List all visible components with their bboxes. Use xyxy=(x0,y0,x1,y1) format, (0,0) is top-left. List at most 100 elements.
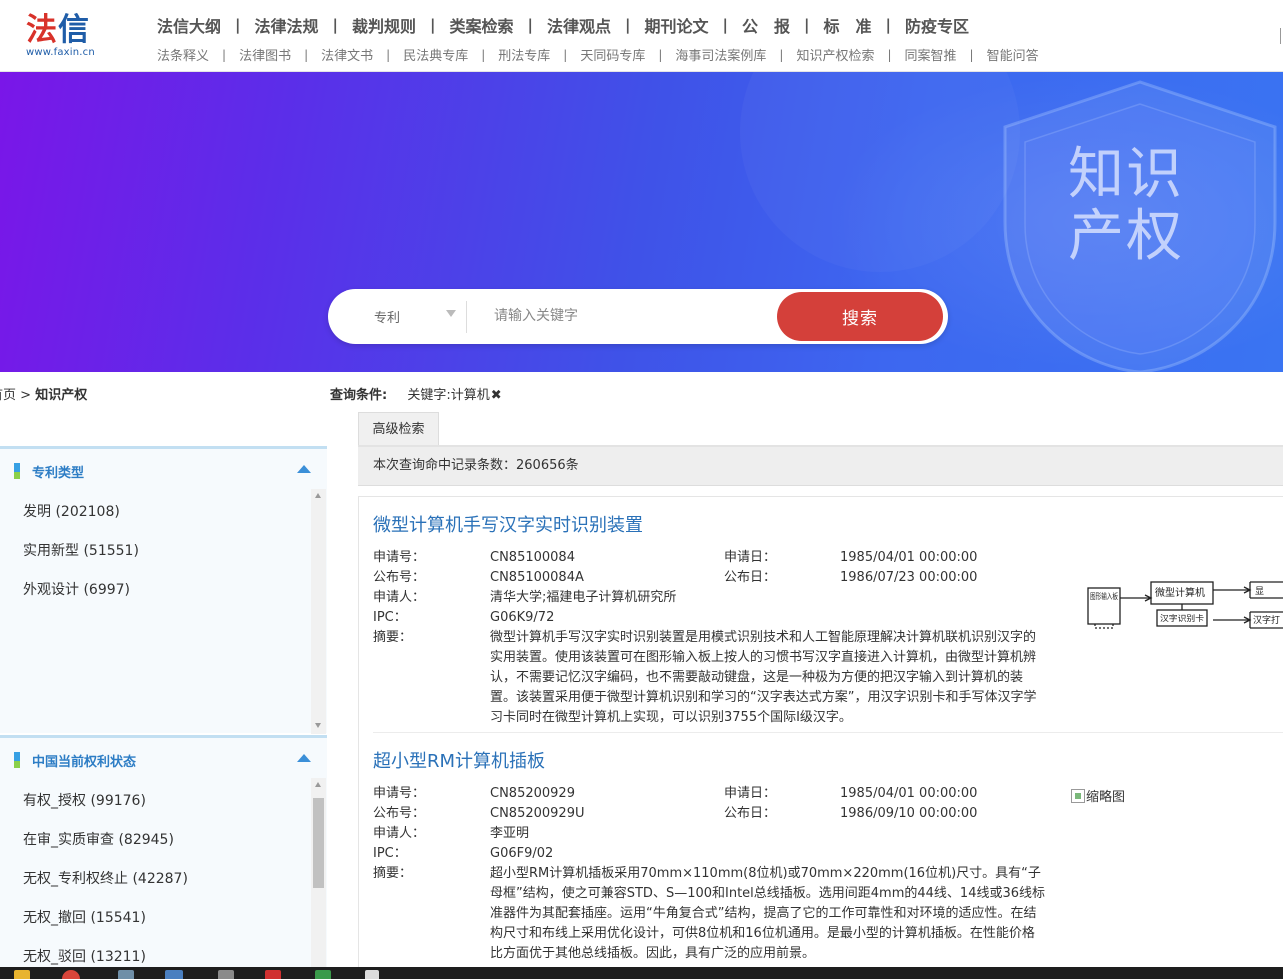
diagram-label: 图形输入板 xyxy=(1090,591,1118,601)
filter-panel-header[interactable]: 中国当前权利状态 xyxy=(14,750,136,770)
nav-primary-item[interactable]: 裁判规则 xyxy=(352,13,416,37)
nav-primary-item[interactable]: 法律观点 xyxy=(547,13,611,37)
collapse-caret-icon[interactable] xyxy=(297,754,311,762)
diagram-label: 汉字打 xyxy=(1253,614,1280,626)
filter-item[interactable]: 发明 (202108) xyxy=(23,501,139,540)
query-conditions: 查询条件: 关键字:计算机✖ xyxy=(330,384,502,403)
browser-icon[interactable] xyxy=(62,970,80,979)
label-applicant: 申请人： xyxy=(373,826,426,841)
nav-separator: | xyxy=(304,47,309,62)
filter-panel-title: 中国当前权利状态 xyxy=(32,754,137,770)
nav-separator: | xyxy=(527,16,533,34)
label-app-date: 申请日： xyxy=(724,550,777,565)
nav-separator: | xyxy=(430,16,436,34)
scrollbar-thumb[interactable] xyxy=(313,798,324,888)
app-icon[interactable] xyxy=(265,970,281,979)
app-icon[interactable] xyxy=(218,970,234,979)
tab-advanced-search[interactable]: 高级检索 xyxy=(358,412,439,446)
nav-separator: | xyxy=(563,47,568,62)
nav-separator: | xyxy=(235,16,241,34)
search-input[interactable] xyxy=(478,299,768,333)
search-box: 专利 搜索 xyxy=(328,289,948,344)
nav-secondary-item[interactable]: 智能问答 xyxy=(987,45,1039,64)
nav-separator: | xyxy=(885,16,891,34)
ipc-value: G06F9/02 xyxy=(490,846,554,861)
ipc-value: G06K9/72 xyxy=(490,610,555,625)
folder-icon[interactable] xyxy=(14,970,30,979)
label-applicant: 申请人： xyxy=(373,590,426,605)
scroll-down-icon[interactable] xyxy=(315,723,321,728)
primary-nav: 法信大纲 | 法律法规 | 裁判规则 | 类案检索 | 法律观点 | 期刊论文 | 公 报 | 标 准 | 防疫… xyxy=(157,13,969,37)
thumbnail-image[interactable]: 缩略图 xyxy=(1071,786,1125,805)
nav-secondary-item[interactable]: 知识产权检索 xyxy=(796,45,874,64)
filter-item[interactable]: 外观设计 (6997) xyxy=(23,579,139,618)
nav-primary-item[interactable]: 公 报 xyxy=(742,13,790,37)
applicant-value: 清华大学;福建电子计算机研究所 xyxy=(490,590,677,605)
app-no-value: CN85100084 xyxy=(490,550,575,565)
search-type-select[interactable]: 专利 xyxy=(374,307,400,326)
chevron-down-icon[interactable] xyxy=(446,310,456,317)
remove-condition-icon[interactable]: ✖ xyxy=(491,388,502,403)
filter-item[interactable]: 有权_授权 (99176) xyxy=(23,790,188,829)
nav-separator: | xyxy=(625,16,631,34)
app-icon[interactable] xyxy=(315,970,331,979)
label-ipc: IPC： xyxy=(373,846,407,861)
nav-separator: | xyxy=(779,47,784,62)
nav-secondary-item[interactable]: 法条释义 xyxy=(157,45,209,64)
filter-panel-header[interactable]: 专利类型 xyxy=(14,461,84,481)
diagram-label: 微型计算机 xyxy=(1155,586,1205,599)
header-edge-divider xyxy=(1280,28,1281,44)
search-button[interactable]: 搜索 xyxy=(777,292,943,341)
filter-item[interactable]: 实用新型 (51551) xyxy=(23,540,139,579)
nav-secondary-item[interactable]: 刑法专库 xyxy=(498,45,550,64)
filter-list: 有权_授权 (99176) 在审_实质审查 (82945) 无权_专利权终止 (… xyxy=(23,790,188,979)
nav-primary-item[interactable]: 法信大纲 xyxy=(157,13,221,37)
label-ipc: IPC： xyxy=(373,610,407,625)
filter-item[interactable]: 无权_撤回 (15541) xyxy=(23,907,188,946)
nav-secondary-item[interactable]: 法律图书 xyxy=(239,45,291,64)
filter-list: 发明 (202108) 实用新型 (51551) 外观设计 (6997) xyxy=(23,501,139,618)
conditions-label: 查询条件: xyxy=(330,388,388,403)
search-divider xyxy=(466,301,467,333)
nav-secondary-item[interactable]: 海事司法案例库 xyxy=(675,45,766,64)
logo-url: www.faxin.cn xyxy=(26,47,95,58)
nav-primary-item[interactable]: 期刊论文 xyxy=(645,13,709,37)
nav-primary-item[interactable]: 类案检索 xyxy=(450,13,514,37)
scroll-up-icon[interactable] xyxy=(315,782,321,787)
label-pub-date: 公布日： xyxy=(724,570,777,585)
banner-title: 知识 产权 xyxy=(1068,142,1184,269)
breadcrumb-current: 知识产权 xyxy=(35,388,88,403)
diagram-label: 显 xyxy=(1255,586,1264,597)
collapse-caret-icon[interactable] xyxy=(297,465,311,473)
patent-diagram-thumbnail[interactable]: 图形输入板 微型计算机 汉字识别卡 显 汉字打 xyxy=(1085,578,1283,638)
diagram-label: 汉字识别卡 xyxy=(1160,613,1204,623)
nav-separator: | xyxy=(222,47,227,62)
result-item: 超小型RM计算机插板 xyxy=(373,750,545,774)
label-app-no: 申请号： xyxy=(373,786,426,801)
faxin-logo[interactable]: 法信 www.faxin.cn xyxy=(26,12,116,58)
nav-secondary-item[interactable]: 民法典专库 xyxy=(403,45,468,64)
app-icon[interactable] xyxy=(118,970,134,979)
os-taskbar xyxy=(0,967,1283,979)
scroll-up-icon[interactable] xyxy=(315,493,321,498)
filter-scrollbar[interactable] xyxy=(311,489,326,734)
nav-primary-item[interactable]: 防疫专区 xyxy=(905,13,969,37)
breadcrumb: 首页 > 知识产权 xyxy=(0,384,87,403)
label-pub-no: 公布号： xyxy=(373,570,426,585)
nav-secondary-item[interactable]: 法律文书 xyxy=(321,45,373,64)
filter-item[interactable]: 无权_专利权终止 (42287) xyxy=(23,868,188,907)
ip-banner: 知识 产权 专利 搜索 xyxy=(0,72,1283,372)
nav-secondary-item[interactable]: 天同码专库 xyxy=(580,45,645,64)
filter-scrollbar[interactable] xyxy=(311,778,326,970)
result-title-link[interactable]: 超小型RM计算机插板 xyxy=(373,750,545,774)
app-icon[interactable] xyxy=(165,970,183,979)
result-title-link[interactable]: 微型计算机手写汉字实时识别装置 xyxy=(373,514,643,538)
breadcrumb-home[interactable]: 首页 xyxy=(0,388,16,403)
nav-secondary-item[interactable]: 同案智推 xyxy=(905,45,957,64)
nav-primary-item[interactable]: 法律法规 xyxy=(255,13,319,37)
pub-date-value: 1986/07/23 00:00:00 xyxy=(840,570,978,585)
filter-panel-title: 专利类型 xyxy=(32,465,85,481)
nav-primary-item[interactable]: 标 准 xyxy=(824,13,872,37)
filter-item[interactable]: 在审_实质审查 (82945) xyxy=(23,829,188,868)
app-icon[interactable] xyxy=(365,970,379,979)
